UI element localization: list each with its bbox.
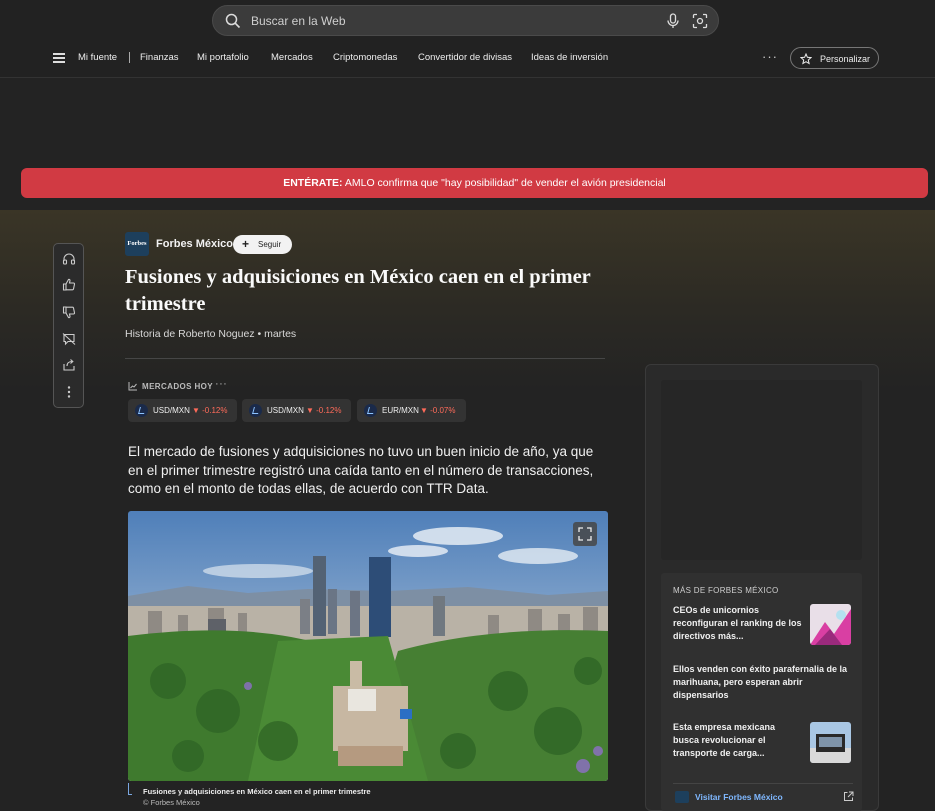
star-edit-icon (800, 53, 812, 65)
thumbs-up-icon[interactable] (62, 278, 76, 292)
related-story-3[interactable]: Esta empresa mexicana busca revolucionar… (673, 721, 798, 760)
markets-title: MERCADOS HOY (142, 382, 214, 391)
currency-icon (135, 404, 148, 417)
breaking-news-banner[interactable]: ENTÉRATE: AMLO confirma que "hay posibil… (21, 168, 928, 198)
photo-caption: Fusiones y adquisiciones en México caen … (143, 787, 371, 796)
currency-icon (364, 404, 377, 417)
top-bar: Buscar en la Web Mi fuente Finanzas Mi p… (0, 0, 935, 78)
caption-marker (128, 783, 132, 795)
search-icon (225, 13, 241, 29)
article-title: Fusiones y adquisiciones en México caen … (125, 266, 591, 315)
ticker-change: ▼ -0.12% (192, 406, 228, 415)
fullscreen-icon (578, 527, 592, 541)
nav-item-mercados[interactable]: Mercados (271, 52, 313, 63)
visit-source-link[interactable]: Visitar Forbes México (695, 792, 783, 802)
menu-icon[interactable] (53, 53, 65, 63)
ticker-pair: EUR/MXN (382, 406, 419, 415)
more-from-source-title: MÁS DE FORBES MÉXICO (673, 586, 779, 595)
ticker-pair: USD/MXN (153, 406, 190, 415)
personalize-button[interactable]: Personalizar (790, 47, 879, 69)
ticker-usd-mxn[interactable]: USD/MXN ▼ -0.12% (128, 399, 237, 422)
headphones-icon[interactable] (62, 252, 76, 266)
nav-item-criptomonedas[interactable]: Criptomonedas (333, 52, 397, 63)
microphone-icon[interactable] (666, 13, 680, 29)
more-options-icon[interactable] (62, 385, 76, 399)
ticker-change: ▼ -0.07% (420, 406, 456, 415)
follow-label: Seguir (258, 240, 282, 249)
photo-credit: © Forbes México (143, 798, 200, 807)
related-story-3-thumbnail[interactable] (810, 722, 851, 763)
visual-search-icon[interactable] (692, 13, 708, 29)
ticker-eur-mxn[interactable]: EUR/MXN ▼ -0.07% (357, 399, 466, 422)
ticker-change: ▼ -0.12% (306, 406, 342, 415)
comments-off-icon[interactable] (62, 332, 76, 346)
main-nav: Mi fuente Finanzas Mi portafolio Mercado… (0, 47, 935, 69)
story-thumbnail-image (810, 722, 851, 763)
article-photo[interactable] (128, 511, 608, 781)
city-photo-illustration (128, 511, 608, 781)
trend-chart-icon (128, 382, 137, 391)
ticker-pair: USD/MXN (267, 406, 304, 415)
nav-item-finanzas[interactable]: Finanzas (140, 52, 179, 63)
search-bar[interactable]: Buscar en la Web (212, 5, 719, 36)
forbes-logo[interactable]: Forbes (125, 232, 149, 256)
ad-slot (661, 380, 862, 560)
related-story-1-thumbnail[interactable] (810, 604, 851, 645)
share-icon[interactable] (62, 358, 76, 372)
nav-item-ideas[interactable]: Ideas de inversión (531, 52, 608, 63)
action-rail (53, 243, 84, 408)
nav-more-button[interactable]: ··· (762, 49, 778, 64)
ticker-usd-mxn-2[interactable]: USD/MXN ▼ -0.12% (242, 399, 351, 422)
markets-more-button[interactable]: ··· (215, 378, 227, 390)
nav-item-mi-fuente[interactable]: Mi fuente (78, 52, 117, 63)
follow-button[interactable]: + Seguir (233, 235, 292, 254)
nav-item-mi-portafolio[interactable]: Mi portafolio (197, 52, 249, 63)
alert-label: ENTÉRATE: (283, 177, 343, 189)
currency-icon (249, 404, 262, 417)
article-byline: Historia de Roberto Noguez • martes (125, 328, 297, 340)
alert-text: AMLO confirma que "hay posibilidad" de v… (342, 177, 666, 189)
forbes-small-logo (675, 791, 689, 803)
personalize-label: Personalizar (820, 53, 871, 64)
expand-image-button[interactable] (573, 522, 597, 546)
thumbs-down-icon[interactable] (62, 305, 76, 319)
nav-divider (129, 52, 130, 63)
external-link-icon[interactable] (843, 791, 854, 802)
plus-icon: + (242, 237, 250, 251)
related-story-2[interactable]: Ellos venden con éxito parafernalia de l… (673, 663, 853, 702)
article-lead: El mercado de fusiones y adquisiciones n… (128, 444, 594, 496)
related-story-1[interactable]: CEOs de unicornios reconfiguran el ranki… (673, 604, 803, 643)
divider (673, 783, 853, 784)
divider (125, 358, 605, 359)
source-name[interactable]: Forbes México (156, 238, 233, 250)
search-placeholder: Buscar en la Web (251, 14, 346, 28)
story-thumbnail-image (810, 604, 851, 645)
nav-item-convertidor[interactable]: Convertidor de divisas (418, 52, 512, 63)
